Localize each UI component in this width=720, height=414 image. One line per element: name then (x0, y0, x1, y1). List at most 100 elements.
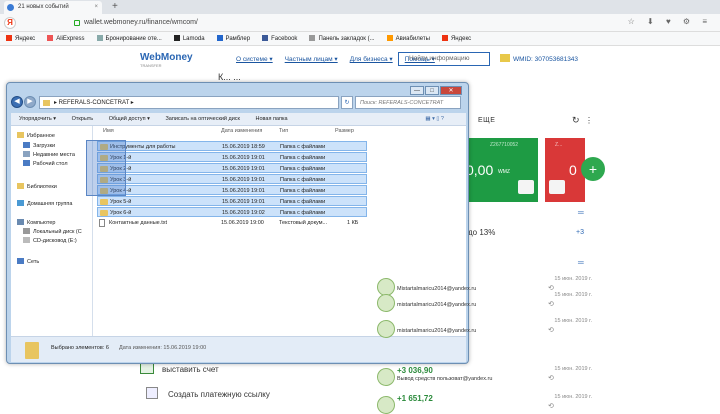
maximize-button[interactable]: □ (425, 86, 439, 95)
forward-button[interactable]: ▶ (24, 96, 36, 108)
more-options-icon[interactable]: ⋮ (585, 116, 593, 125)
open-button[interactable]: Открыть (72, 116, 94, 122)
wmid-text: WMID: 307053681343 (513, 56, 579, 63)
back-button[interactable]: ◀ (11, 96, 23, 108)
folder-icon (100, 199, 108, 205)
file-name: Урок 5-й (110, 199, 132, 205)
path-breadcrumb[interactable]: ▸ REFERALS-CONCETRAT ▸ (39, 96, 339, 109)
file-row[interactable]: Урок 5-й 15.06.2019 19:01 Папка с файлами (97, 196, 367, 206)
bookmark-label: AliExpress (56, 36, 85, 42)
file-row[interactable]: Урок 2-й 15.06.2019 19:01 Папка с файлами (97, 163, 367, 173)
bookmark-item[interactable]: AliExpress (47, 35, 85, 42)
bookmark-item[interactable]: Яндекс (6, 35, 36, 42)
add-wallet-button[interactable]: + (581, 157, 605, 181)
browser-tab[interactable]: 21 новых событий × (4, 1, 102, 14)
file-date: 15.06.2019 19:01 (222, 177, 265, 183)
tab-close-icon[interactable]: × (94, 1, 98, 14)
nav-pane-item[interactable]: Локальный диск (C (23, 228, 82, 235)
repeat-icon[interactable]: ⟲ (548, 300, 554, 308)
bookmark-item[interactable]: Facebook (262, 35, 297, 42)
file-row[interactable]: Контактные данные.txt 15.06.2019 19:00 Тек… (97, 218, 367, 228)
repeat-icon[interactable]: ⟲ (548, 374, 554, 382)
bookmark-item[interactable]: Яндекс (441, 35, 471, 42)
bookmark-item[interactable]: Бронирование оте... (96, 35, 162, 42)
transaction-email[interactable]: Вывод средств пользоват@yandex.ru (397, 376, 492, 382)
wmid-label[interactable]: WMID: 307053681343 (500, 54, 578, 63)
close-button[interactable]: ✕ (440, 86, 462, 95)
nav-pane-item[interactable]: Сеть (17, 258, 39, 265)
nav-pane-item[interactable]: Домашняя группа (17, 200, 72, 207)
create-payment-link[interactable]: Создать платежную ссылку (146, 387, 270, 399)
bookmark-icon (262, 35, 269, 41)
address-bar-icons[interactable]: ☆ ⬇ ♥ ⚙ ≡ (628, 17, 712, 26)
file-row[interactable]: Инструменты для работы 15.06.2019 18:59 Па… (97, 141, 367, 151)
minimize-button[interactable]: — (410, 86, 424, 95)
text-file-icon (99, 219, 105, 227)
drag-selection-box (86, 140, 126, 196)
file-row[interactable]: Урок 1-й 15.06.2019 19:01 Папка с файлами (97, 152, 367, 162)
transaction-email[interactable]: mistartalmaricu2014@yandex.ru (397, 328, 476, 334)
column-date[interactable]: Дата изменения (221, 128, 262, 134)
nav-item[interactable]: О системе ▾ (236, 56, 273, 63)
bookmark-item[interactable]: Авиабилеты (386, 35, 430, 42)
nav-pane-item[interactable]: CD-дисковод (E:) (23, 237, 77, 244)
transaction-email[interactable]: Mistartalmaricu2014@yandex.ru (397, 286, 476, 292)
column-size[interactable]: Размер (335, 128, 354, 134)
repeat-icon[interactable]: ⟲ (548, 284, 554, 292)
nav-item[interactable]: Для бизнеса ▾ (350, 56, 393, 63)
view-options[interactable]: ▦ ▾ ▯ ? (425, 113, 444, 126)
new-tab-button[interactable]: + (112, 0, 118, 13)
new-folder-button[interactable]: Новая папка (256, 116, 288, 122)
nav-pane-item[interactable]: Компьютер (17, 219, 55, 226)
bookmarks-bar: Яндекс AliExpress Бронирование оте... Lamod… (0, 32, 720, 46)
wallet-card-icon (549, 180, 565, 194)
issue-invoice-link[interactable]: выставить счет (162, 365, 219, 374)
deposit-plus[interactable]: +3 (576, 229, 584, 236)
refresh-button[interactable]: ↻ (341, 96, 353, 109)
repeat-icon[interactable]: ⟲ (548, 326, 554, 334)
burn-button[interactable]: Записать на оптический диск (165, 116, 239, 122)
transaction-icon (377, 396, 395, 414)
nav-pane-item[interactable]: Загрузки (23, 142, 55, 149)
wallet-number: Z... (555, 142, 563, 148)
file-row[interactable]: Урок 3-й 15.06.2019 19:01 Папка с файлами (97, 174, 367, 184)
nav-item[interactable]: Частным лицам ▾ (285, 56, 338, 63)
nav-item-label: Компьютер (27, 220, 56, 226)
bookmark-item[interactable]: Рамблер (216, 35, 251, 42)
file-date: 15.06.2019 19:01 (222, 199, 265, 205)
nav-pane-item[interactable]: Библиотеки (17, 183, 57, 190)
url-field[interactable]: wallet.webmoney.ru/finance/wmcom/ (74, 16, 644, 30)
nav-item-label: Сеть (27, 259, 40, 265)
bookmark-item[interactable]: Lamoda (173, 35, 205, 42)
organize-menu[interactable]: Упорядочить ▾ (19, 116, 56, 122)
file-row[interactable]: Урок 6-й 15.06.2019 19:02 Папка с файлами (97, 207, 367, 217)
repeat-icon[interactable]: ⟲ (548, 402, 554, 410)
wallet-card-wmz[interactable]: Z267710052 0,00 WMZ (462, 138, 538, 202)
file-type: Папка с файлами (280, 177, 326, 183)
wallet-card-red[interactable]: Z... 0 (545, 138, 585, 202)
file-date: 15.06.2019 19:01 (222, 155, 265, 161)
nav-pane-item[interactable]: Недавние места (23, 151, 75, 158)
more-tab[interactable]: ЕЩЕ (478, 117, 495, 124)
column-name[interactable]: Имя (103, 128, 114, 134)
nav-item-icon (17, 258, 24, 264)
nav-pane-item[interactable]: Избранное (17, 132, 55, 139)
site-search-input[interactable]: Найти информацию (398, 52, 490, 66)
command-bar: Упорядочить ▾ Открыть Общий доступ ▾ Зап… (11, 113, 466, 126)
folder-search-input[interactable]: Поиск: REFERALS-CONCETRAT (355, 96, 461, 109)
share-menu[interactable]: Общий доступ ▾ (109, 116, 150, 122)
explorer-window[interactable]: — □ ✕ ◀ ▶ ▸ REFERALS-CONCETRAT ▸ ↻ Поиск: … (6, 82, 469, 364)
nav-item-icon (17, 183, 24, 189)
bookmark-icon (47, 35, 54, 41)
transaction-date: 15 июн. 2019 г. (554, 394, 592, 400)
bookmark-label: Яндекс (15, 36, 36, 42)
bookmark-label: Рамблер (225, 36, 251, 42)
transaction-email[interactable]: mistartalmaricu2014@yandex.ru (397, 302, 476, 308)
yandex-button[interactable]: Я (4, 17, 16, 29)
column-type[interactable]: Тип (279, 128, 288, 134)
nav-pane-item[interactable]: Рабочий стол (23, 160, 68, 167)
file-row[interactable]: Урок 4-й 15.06.2019 19:01 Папка с файлами (97, 185, 367, 195)
refresh-icon[interactable]: ↻ (572, 115, 580, 126)
webmoney-logo[interactable]: WebMoney TRANSFER (140, 52, 220, 70)
bookmark-item[interactable]: Панель закладок (... (309, 35, 375, 42)
